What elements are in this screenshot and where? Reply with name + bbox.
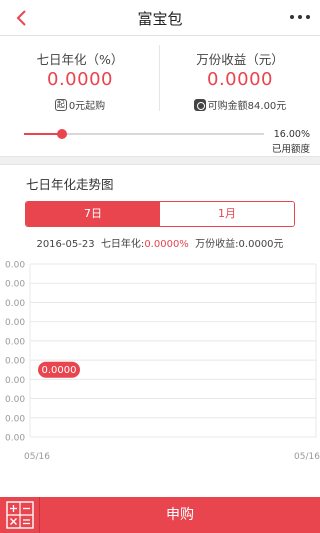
quota-progress: 16.00% 已用额度 bbox=[0, 120, 320, 155]
coin-icon bbox=[193, 98, 206, 111]
y-tick-label: 0.00 bbox=[5, 261, 25, 271]
trend-title: 七日年化走势图 bbox=[26, 177, 114, 192]
annualized-value: 0.0000 bbox=[47, 69, 113, 90]
trend-chart-svg: 0.00 0.00 0.00 0.00 0.00 0.00 0.00 0.00 0.00 0.00… bbox=[5, 261, 320, 463]
y-tick-label: 0.00 bbox=[5, 376, 25, 386]
trend-info-line: 2016-05-23 七日年化:0.0000% 万份收益:0.0000元 bbox=[0, 235, 320, 250]
annualized-stat: 七日年化（%） 0.0000 起 0元起购 bbox=[0, 37, 160, 117]
available-amount-text: 可购金额84.00元 bbox=[207, 101, 287, 112]
info-annualized-label: 七日年化: bbox=[100, 239, 145, 250]
bottom-action-bar: 申购 bbox=[0, 497, 320, 533]
min-purchase-text: 0元起购 bbox=[68, 101, 106, 112]
tab-1-month[interactable]: 1月 bbox=[160, 202, 294, 226]
info-date: 2016-05-23 bbox=[36, 239, 95, 250]
page-title: 富宝包 bbox=[137, 10, 183, 28]
x-tick-label: 05/16 bbox=[294, 452, 320, 462]
income-stat: 万份收益（元） 0.0000 可购金额84.00元 bbox=[160, 37, 320, 117]
buy-button[interactable]: 申购 bbox=[40, 497, 320, 533]
progress-knob bbox=[57, 129, 68, 139]
y-tick-label: 0.00 bbox=[5, 280, 25, 290]
quota-label: 已用额度 bbox=[271, 144, 310, 155]
y-tick-label: 0.00 bbox=[5, 299, 25, 309]
min-purchase-note: 起 0元起购 bbox=[0, 97, 160, 112]
calculator-button[interactable] bbox=[0, 497, 40, 533]
info-annualized-value: 0.0000% bbox=[144, 239, 189, 250]
data-point-tooltip-label: 0.0000 bbox=[42, 365, 77, 376]
income-value: 0.0000 bbox=[207, 69, 273, 90]
period-tabs: 7日 1月 bbox=[25, 201, 295, 227]
income-label: 万份收益（元） bbox=[196, 52, 284, 67]
y-tick-label: 0.00 bbox=[5, 414, 25, 424]
calculator-icon bbox=[6, 501, 34, 529]
annualized-label: 七日年化（%） bbox=[36, 52, 124, 67]
info-income-value: 0.0000元 bbox=[238, 239, 284, 250]
y-tick-label: 0.00 bbox=[5, 434, 25, 444]
more-button[interactable] bbox=[290, 11, 310, 23]
tab-7-days[interactable]: 7日 bbox=[26, 202, 160, 226]
trend-chart: 0.00 0.00 0.00 0.00 0.00 0.00 0.00 0.00 0.00 0.00… bbox=[0, 255, 320, 465]
start-badge-icon: 起 bbox=[54, 98, 67, 111]
navigation-bar: 富宝包 bbox=[0, 0, 320, 36]
more-dots-icon bbox=[290, 15, 294, 19]
y-tick-label: 0.00 bbox=[5, 337, 25, 347]
x-tick-label: 05/16 bbox=[24, 452, 50, 462]
section-gap bbox=[0, 156, 320, 165]
available-amount-note: 可购金额84.00元 bbox=[160, 97, 320, 112]
y-tick-label: 0.00 bbox=[5, 395, 25, 405]
y-tick-label: 0.00 bbox=[5, 318, 25, 328]
quota-percent: 16.00% bbox=[273, 129, 310, 140]
progress-track bbox=[24, 129, 264, 139]
y-tick-label: 0.00 bbox=[5, 357, 25, 367]
info-income-label: 万份收益: bbox=[195, 239, 239, 250]
yield-stats: 七日年化（%） 0.0000 起 0元起购 万份收益（元） 0.0000 可购金… bbox=[0, 37, 320, 117]
